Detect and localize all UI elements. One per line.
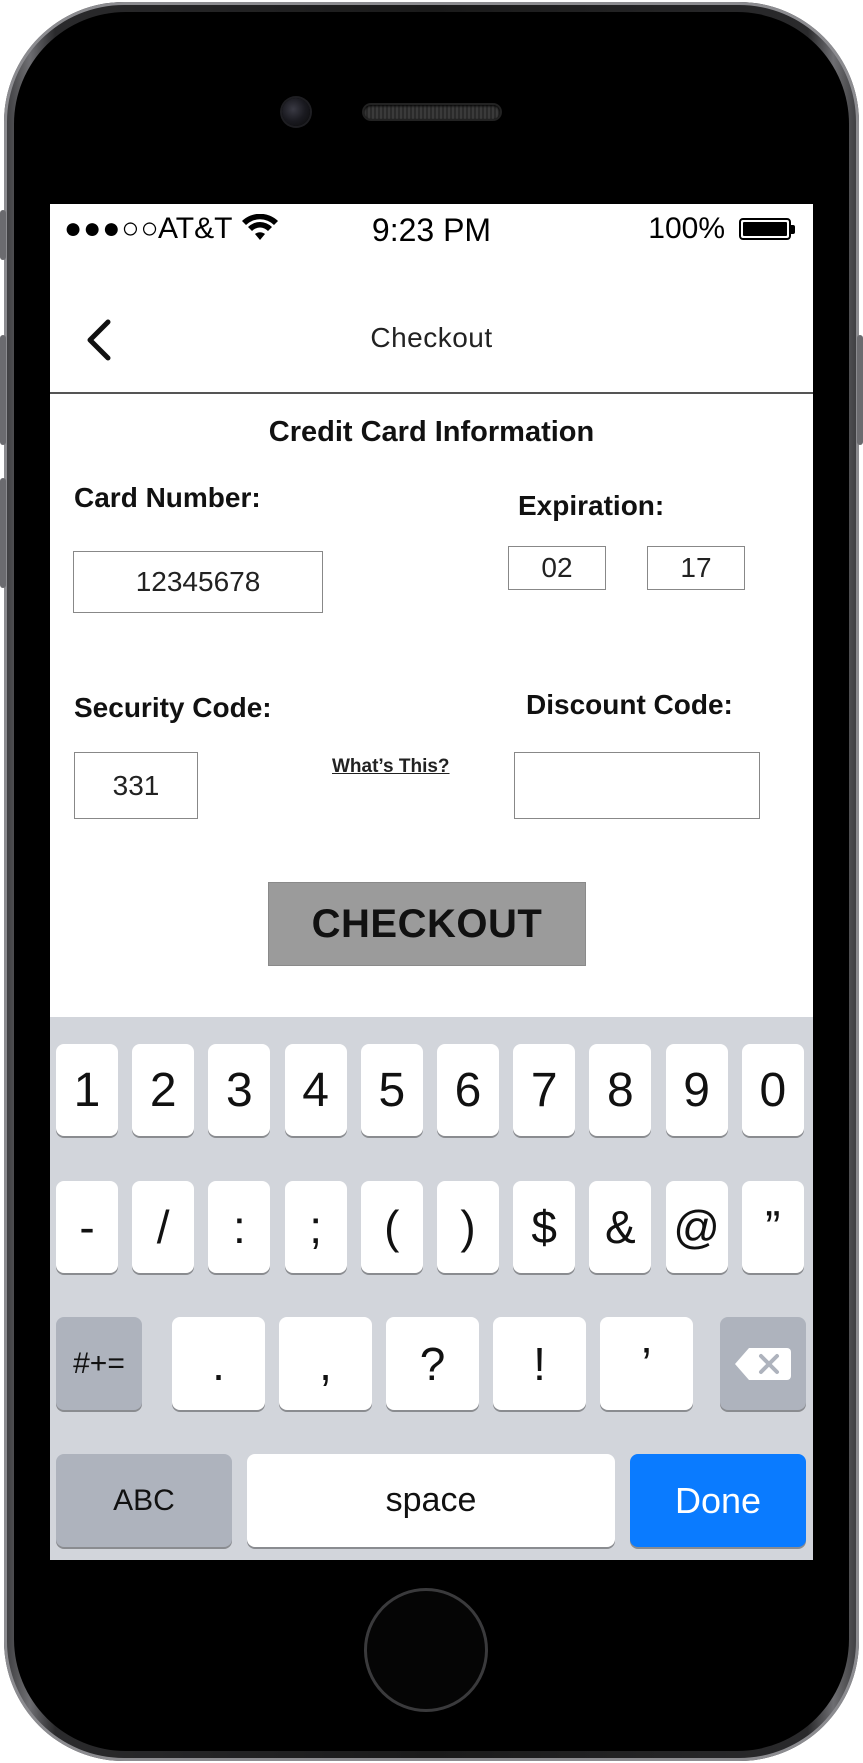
done-key[interactable]: Done bbox=[630, 1454, 806, 1547]
card-number-label: Card Number: bbox=[74, 482, 261, 513]
battery-icon bbox=[739, 218, 795, 240]
volume-down-button bbox=[0, 478, 6, 588]
symbol-key[interactable]: ; bbox=[284, 1181, 347, 1273]
punctuation-key[interactable]: , bbox=[279, 1317, 372, 1410]
symbol-key[interactable]: $ bbox=[513, 1181, 576, 1273]
punctuation-key[interactable]: ? bbox=[386, 1317, 479, 1410]
symbol-key[interactable]: & bbox=[589, 1181, 652, 1273]
whats-this-link[interactable]: What’s This? bbox=[332, 756, 450, 778]
power-button bbox=[857, 335, 863, 445]
front-camera bbox=[282, 98, 310, 126]
screen: ●●●○○ AT&T 9:23 PM 100% Checkout Credit … bbox=[50, 204, 813, 1560]
discount-code-field[interactable] bbox=[514, 752, 760, 819]
number-key[interactable]: 3 bbox=[208, 1044, 271, 1136]
symbols-toggle-key[interactable]: #+= bbox=[56, 1317, 142, 1410]
space-key[interactable]: space bbox=[247, 1454, 615, 1547]
symbol-key[interactable]: : bbox=[208, 1181, 271, 1273]
expiration-label: Expiration: bbox=[518, 490, 665, 521]
number-key[interactable]: 6 bbox=[437, 1044, 499, 1136]
section-title: Credit Card Information bbox=[268, 416, 595, 448]
checkout-button[interactable]: CHECKOUT bbox=[268, 882, 586, 966]
expiration-month-field[interactable]: 02 bbox=[508, 546, 606, 590]
security-code-label: Security Code: bbox=[74, 692, 272, 723]
page-title: Checkout bbox=[370, 322, 493, 353]
keyboard: 1234567890 - /:;() $ & @” #+= .,?!’ ABC spac… bbox=[50, 1017, 813, 1560]
abc-key[interactable]: ABC bbox=[56, 1454, 232, 1547]
number-key[interactable]: 0 bbox=[741, 1044, 804, 1136]
symbol-key[interactable]: @ bbox=[665, 1181, 728, 1273]
symbol-key[interactable]: ) bbox=[437, 1181, 499, 1273]
number-key[interactable]: 8 bbox=[589, 1044, 652, 1136]
home-button[interactable] bbox=[364, 1588, 488, 1712]
symbol-key[interactable]: ” bbox=[741, 1181, 804, 1273]
backspace-icon bbox=[735, 1347, 791, 1380]
punctuation-key[interactable]: ! bbox=[493, 1317, 586, 1410]
punctuation-key[interactable]: ’ bbox=[600, 1317, 693, 1410]
symbol-key[interactable]: / bbox=[132, 1181, 195, 1273]
number-key[interactable]: 7 bbox=[513, 1044, 576, 1136]
card-number-field[interactable]: 12345678 bbox=[73, 551, 323, 613]
expiration-year-field[interactable]: 17 bbox=[647, 546, 745, 590]
delete-key[interactable] bbox=[720, 1317, 806, 1410]
battery-percent: 100% bbox=[648, 212, 725, 245]
navigation-bar: Checkout bbox=[50, 252, 813, 394]
punctuation-key[interactable]: . bbox=[172, 1317, 265, 1410]
discount-code-label: Discount Code: bbox=[526, 689, 733, 720]
symbol-key[interactable]: - bbox=[56, 1181, 118, 1273]
symbol-key[interactable]: ( bbox=[360, 1181, 423, 1273]
volume-up-button bbox=[0, 335, 6, 445]
number-key[interactable]: 2 bbox=[132, 1044, 195, 1136]
number-key[interactable]: 4 bbox=[284, 1044, 347, 1136]
mute-switch bbox=[0, 210, 6, 260]
number-key[interactable]: 9 bbox=[665, 1044, 728, 1136]
status-bar: ●●●○○ AT&T 9:23 PM 100% bbox=[50, 204, 813, 252]
security-code-field[interactable]: 331 bbox=[74, 752, 198, 819]
earpiece-speaker bbox=[364, 105, 500, 119]
number-key[interactable]: 5 bbox=[360, 1044, 423, 1136]
number-key[interactable]: 1 bbox=[56, 1044, 118, 1136]
